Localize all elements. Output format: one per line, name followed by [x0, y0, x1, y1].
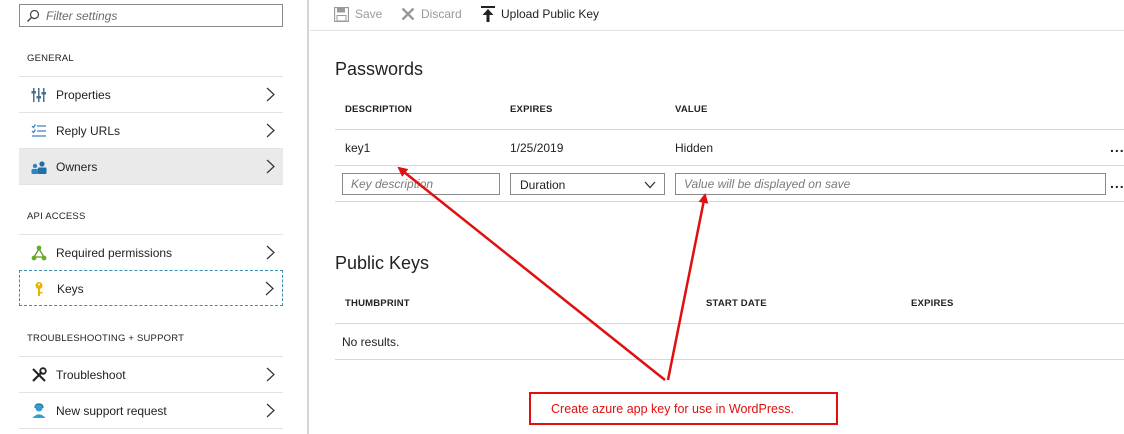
sidebar-item-label: Keys	[57, 282, 84, 296]
filter-settings-input[interactable]	[46, 7, 276, 25]
column-header-value: VALUE	[675, 104, 708, 115]
sidebar-item-label: Required permissions	[56, 246, 173, 260]
duration-selected-value: Duration	[520, 178, 566, 192]
sidebar-item-label: New support request	[56, 404, 167, 418]
table-divider	[335, 323, 1124, 324]
search-icon	[27, 9, 40, 22]
tools-icon	[32, 367, 47, 382]
sidebar-item-label: Properties	[56, 88, 111, 102]
save-button[interactable]: Save	[334, 5, 382, 23]
duration-dropdown[interactable]: Duration	[510, 173, 665, 195]
key-description-cell: key1	[345, 141, 371, 155]
list-check-icon	[31, 124, 46, 137]
sidebar-item-reply-urls[interactable]: Reply URLs	[19, 112, 283, 148]
key-value-cell: Hidden	[675, 141, 714, 155]
section-header-general: GENERAL	[27, 53, 74, 64]
sidebar-item-required-permissions[interactable]: Required permissions	[19, 234, 283, 270]
column-header-description: DESCRIPTION	[345, 104, 413, 115]
save-icon	[334, 6, 349, 22]
annotation-text: Create azure app key for use in WordPres…	[551, 402, 794, 416]
no-results-text: No results.	[342, 335, 400, 349]
close-icon	[401, 7, 415, 21]
table-divider	[335, 201, 1124, 202]
chevron-down-icon	[644, 181, 656, 189]
chevron-right-icon	[266, 403, 275, 418]
properties-icon	[31, 88, 46, 102]
chevron-right-icon	[266, 367, 275, 382]
sidebar-item-label: Reply URLs	[56, 124, 121, 138]
sidebar-item-owners[interactable]: Owners	[19, 148, 283, 184]
support-person-icon	[32, 403, 46, 418]
upload-public-key-button[interactable]: Upload Public Key	[481, 5, 599, 23]
row-more-button[interactable]: ...	[1110, 139, 1124, 155]
key-expires-cell: 1/25/2019	[510, 141, 564, 155]
chevron-right-icon	[266, 245, 275, 260]
discard-button[interactable]: Discard	[401, 5, 462, 23]
section-header-api-access: API ACCESS	[27, 211, 86, 222]
section-header-troubleshooting: TROUBLESHOOTING + SUPPORT	[27, 333, 185, 344]
sidebar-item-label: Owners	[56, 160, 98, 174]
table-divider	[335, 129, 1124, 130]
command-bar: Save Discard Upload Public Key	[310, 0, 1124, 31]
key-description-input[interactable]	[342, 173, 500, 195]
sidebar-item-new-support-request[interactable]: New support request	[19, 392, 283, 428]
arrow-to-description	[397, 166, 666, 381]
arrow-to-value	[666, 193, 709, 381]
discard-label: Discard	[421, 7, 462, 21]
pane-separator[interactable]	[307, 0, 309, 434]
key-value-input[interactable]	[675, 173, 1106, 195]
save-label: Save	[355, 7, 383, 21]
upload-label: Upload Public Key	[501, 7, 600, 21]
divider	[19, 428, 283, 429]
sidebar-item-keys[interactable]: Keys	[19, 270, 283, 306]
upload-icon	[481, 6, 495, 22]
column-header-thumbprint: THUMBPRINT	[345, 298, 410, 309]
owners-icon	[31, 161, 47, 174]
new-row-more-button[interactable]: ...	[1110, 175, 1124, 191]
table-divider	[335, 359, 1124, 360]
chevron-right-icon	[266, 123, 275, 138]
chevron-right-icon	[266, 87, 275, 102]
column-header-start-date: START DATE	[706, 298, 767, 309]
column-header-expires: EXPIRES	[911, 298, 954, 309]
chevron-right-icon	[265, 281, 274, 296]
annotation-callout: Create azure app key for use in WordPres…	[529, 392, 838, 425]
public-keys-title: Public Keys	[335, 253, 430, 273]
filter-settings-box[interactable]	[19, 4, 283, 27]
chevron-right-icon	[266, 159, 275, 174]
divider	[19, 184, 283, 185]
sidebar-item-label: Troubleshoot	[56, 368, 126, 382]
key-icon	[35, 282, 43, 296]
column-header-expires: EXPIRES	[510, 104, 553, 115]
sidebar-item-troubleshoot[interactable]: Troubleshoot	[19, 356, 283, 392]
passwords-title: Passwords	[335, 59, 424, 79]
table-divider	[335, 165, 1124, 166]
settings-sidebar: GENERAL Properties Reply URLs Owners API…	[0, 0, 297, 434]
permissions-icon	[31, 245, 47, 261]
sidebar-item-properties[interactable]: Properties	[19, 76, 283, 112]
